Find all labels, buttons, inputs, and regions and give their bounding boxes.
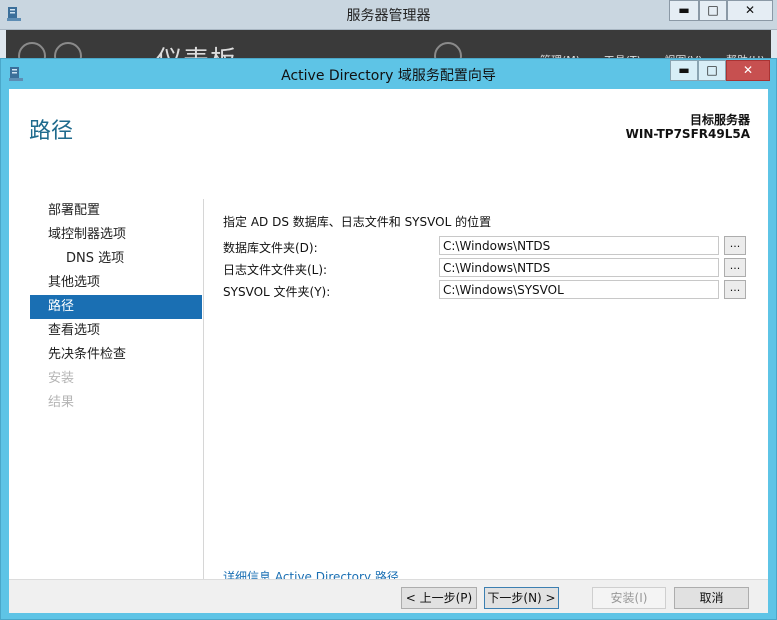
nav-item-results: 结果 (48, 395, 75, 410)
database-folder-input[interactable] (439, 236, 719, 255)
sysvol-folder-label: SYSVOL 文件夹(Y): (223, 285, 331, 299)
target-server-name: WIN-TP7SFR49L5A (625, 127, 750, 141)
ad-ds-config-wizard: Active Directory 域服务配置向导 ▬ □ ✕ 路径 目标服务器 … (0, 58, 777, 620)
database-folder-row: 数据库文件夹(D): ... (223, 236, 763, 258)
wizard-nav: 部署配置 域控制器选项 DNS 选项 其他选项 路径 查看选项 先决条件检查 安… (30, 199, 202, 415)
wizard-body: 路径 目标服务器 WIN-TP7SFR49L5A 部署配置 域控制器选项 DNS… (9, 89, 768, 613)
sysvol-folder-browse-button[interactable]: ... (724, 280, 746, 299)
page-title: 路径 (29, 119, 74, 144)
sysvol-folder-row: SYSVOL 文件夹(Y): ... (223, 280, 763, 302)
server-manager-minimize-button[interactable]: ▬ (669, 0, 699, 21)
wizard-minimize-button[interactable]: ▬ (670, 60, 698, 81)
server-manager-close-button[interactable]: ✕ (727, 0, 773, 21)
wizard-maximize-button[interactable]: □ (698, 60, 726, 81)
nav-item-paths[interactable]: 路径 (30, 295, 202, 319)
next-button[interactable]: 下一步(N) > (484, 587, 559, 609)
instruction-text: 指定 AD DS 数据库、日志文件和 SYSVOL 的位置 (223, 215, 492, 229)
wizard-footer: < 上一步(P) 下一步(N) > 安装(I) 取消 (9, 579, 768, 613)
log-folder-label: 日志文件文件夹(L): (223, 263, 328, 277)
database-folder-browse-button[interactable]: ... (724, 236, 746, 255)
nav-divider (203, 199, 204, 586)
nav-item-prerequisites-check[interactable]: 先决条件检查 (30, 343, 202, 367)
log-folder-input[interactable] (439, 258, 719, 277)
wizard-close-button[interactable]: ✕ (726, 60, 770, 81)
wizard-titlebar[interactable]: Active Directory 域服务配置向导 ▬ □ ✕ (1, 59, 776, 87)
server-manager-titlebar: 服务器管理器 ▬ □ ✕ (0, 0, 777, 30)
cancel-button[interactable]: 取消 (674, 587, 749, 609)
database-folder-label: 数据库文件夹(D): (223, 241, 318, 255)
nav-item-dns-options[interactable]: DNS 选项 (30, 247, 202, 271)
log-folder-row: 日志文件文件夹(L): ... (223, 258, 763, 280)
install-button: 安装(I) (592, 587, 666, 609)
log-folder-browse-button[interactable]: ... (724, 258, 746, 277)
nav-item-installation: 安装 (48, 371, 75, 386)
nav-item-dc-options[interactable]: 域控制器选项 (30, 223, 202, 247)
nav-item-additional-options[interactable]: 其他选项 (30, 271, 202, 295)
nav-item-review-options[interactable]: 查看选项 (30, 319, 202, 343)
wizard-title: Active Directory 域服务配置向导 (281, 68, 496, 84)
previous-button[interactable]: < 上一步(P) (401, 587, 477, 609)
nav-item-deployment-config[interactable]: 部署配置 (30, 199, 202, 223)
target-server-label: 目标服务器 (689, 113, 750, 127)
sysvol-folder-input[interactable] (439, 280, 719, 299)
server-manager-title: 服务器管理器 (346, 8, 431, 24)
paths-content: 指定 AD DS 数据库、日志文件和 SYSVOL 的位置 数据库文件夹(D):… (223, 213, 763, 302)
server-manager-maximize-button[interactable]: □ (699, 0, 727, 21)
